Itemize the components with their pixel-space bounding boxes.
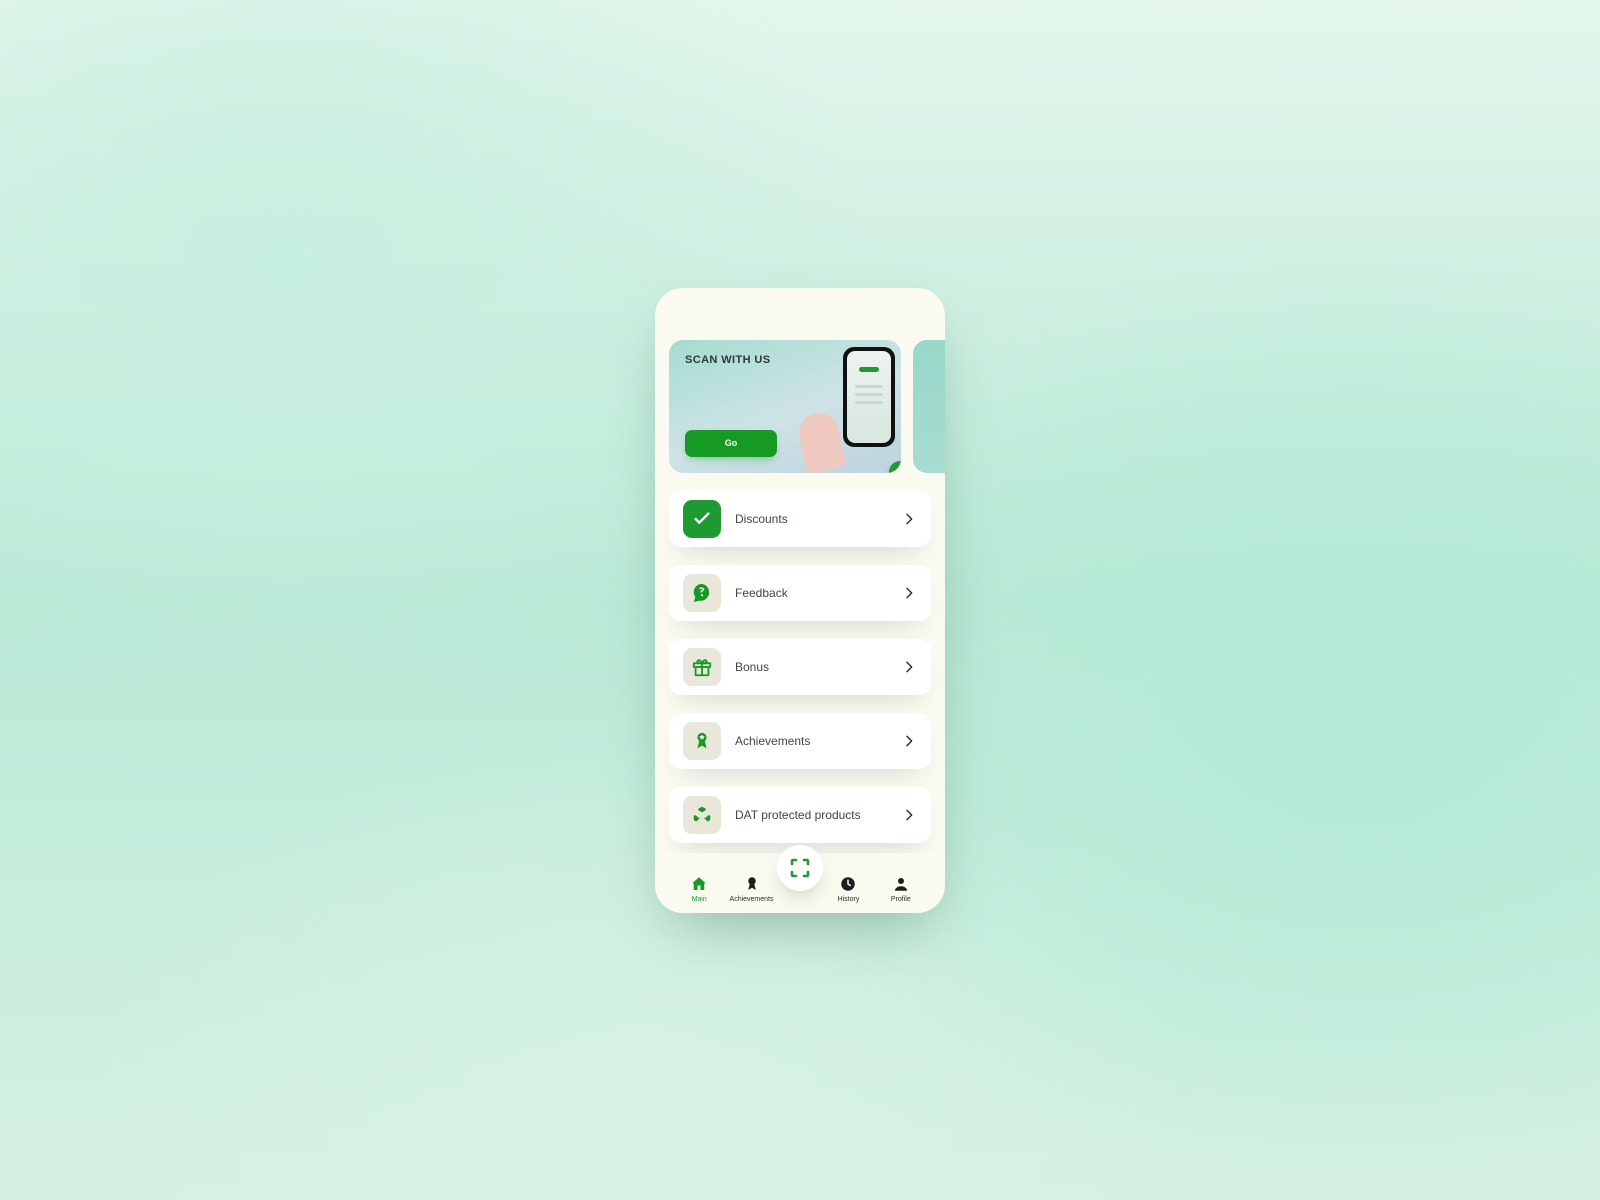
menu-item-label: Bonus [735,660,769,674]
phone-shape [843,347,895,447]
nav-profile[interactable]: Profile [875,875,927,903]
hero-card-next[interactable] [913,340,945,473]
hand-shape [795,409,846,473]
protected-hands-icon [683,796,721,834]
nav-label: Main [692,896,707,903]
menu-item-bonus[interactable]: Bonus [669,639,931,695]
go-button[interactable]: Go [685,430,777,457]
menu-item-dat-products[interactable]: DAT protected products [669,787,931,843]
award-icon [683,722,721,760]
check-badge-icon [889,461,901,473]
hero-card-scan[interactable]: SCAN WITH US Go [669,340,901,473]
hero-carousel[interactable]: SCAN WITH US Go [669,340,931,473]
menu-item-discounts[interactable]: Discounts [669,491,931,547]
nav-history[interactable]: History [822,875,874,903]
home-icon [690,875,708,893]
nav-label: Achievements [730,896,774,903]
go-button-label: Go [725,438,738,448]
chevron-right-icon [901,733,917,749]
menu-item-feedback[interactable]: Feedback [669,565,931,621]
menu-item-label: Feedback [735,586,788,600]
award-icon [743,875,761,893]
chevron-right-icon [901,585,917,601]
phone-frame: SCAN WITH US Go [655,288,945,913]
chevron-right-icon [901,511,917,527]
screen-content: SCAN WITH US Go [655,288,945,913]
phone-screen-shape [847,351,891,443]
user-icon [892,875,910,893]
clock-icon [839,875,857,893]
menu-list: Discounts Feedback [669,491,931,843]
nav-achievements[interactable]: Achievements [725,875,777,903]
scan-frame-icon [788,856,812,880]
menu-item-label: Discounts [735,512,788,526]
chevron-right-icon [901,807,917,823]
gift-icon [683,648,721,686]
scan-fab[interactable] [777,845,823,891]
menu-item-label: DAT protected products [735,808,861,822]
hero-illustration [795,340,901,473]
menu-item-achievements[interactable]: Achievements [669,713,931,769]
menu-item-label: Achievements [735,734,810,748]
nav-label: Profile [891,896,911,903]
nav-label: History [838,896,860,903]
check-circle-icon [683,500,721,538]
bottom-nav: Main Achievements History Profile [655,853,945,913]
feedback-icon [683,574,721,612]
nav-main[interactable]: Main [673,875,725,903]
chevron-right-icon [901,659,917,675]
